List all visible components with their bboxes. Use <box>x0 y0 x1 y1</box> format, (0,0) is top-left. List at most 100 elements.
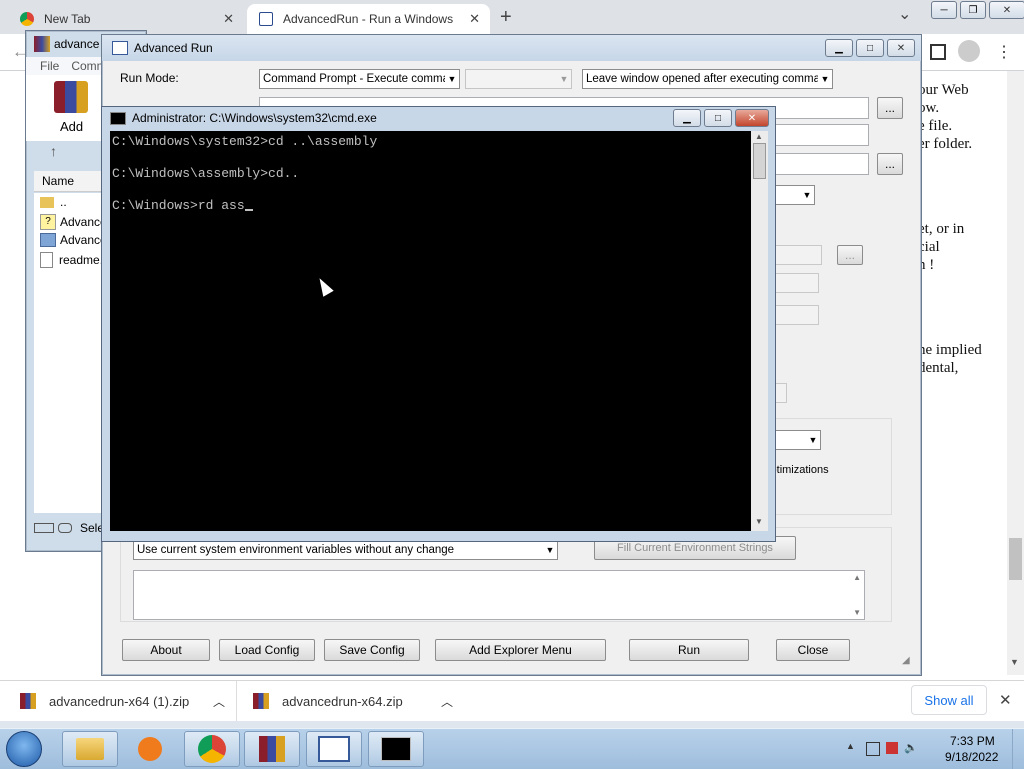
page-text: et, or in <box>918 221 965 237</box>
winrar-icon <box>259 736 285 762</box>
folder-icon <box>76 738 104 760</box>
maximize-icon[interactable]: □ <box>856 39 884 57</box>
chrome-icon <box>198 735 226 763</box>
save-config-button[interactable]: Save Config <box>324 639 420 661</box>
chrome-icon <box>20 12 34 26</box>
environment-textarea[interactable]: ▲ ▼ <box>133 570 865 620</box>
taskbar-media-player[interactable] <box>122 731 178 767</box>
minimize-icon[interactable]: ─ <box>931 1 957 19</box>
profile-avatar[interactable] <box>958 40 980 62</box>
load-config-button[interactable]: Load Config <box>219 639 315 661</box>
chevron-down-icon: ▼ <box>820 74 830 84</box>
taskbar-winrar[interactable] <box>244 731 300 767</box>
cmd-console[interactable]: C:\Windows\system32>cd ..\assembly C:\Wi… <box>110 131 751 531</box>
close-icon[interactable]: ✕ <box>469 11 480 27</box>
taskbar-advancedrun[interactable] <box>306 731 362 767</box>
run-mode-select[interactable]: Command Prompt - Execute command ▼ <box>259 69 460 89</box>
cmd-icon <box>110 111 126 125</box>
action-center-icon[interactable] <box>886 742 898 754</box>
nirsoft-icon <box>259 12 273 26</box>
chevron-up-icon[interactable]: ︿ <box>213 693 225 710</box>
show-desktop-button[interactable] <box>1012 729 1024 769</box>
tab-search-icon[interactable]: ⌄ <box>898 4 911 24</box>
window-title: Administrator: C:\Windows\system32\cmd.e… <box>132 111 377 125</box>
page-scroll-thumb[interactable] <box>1009 538 1022 580</box>
menu-file[interactable]: File <box>40 59 59 73</box>
taskbar-chrome[interactable] <box>184 731 240 767</box>
chevron-down-icon: ▼ <box>545 545 555 555</box>
browser-window-controls: ─ ❐ ✕ <box>928 1 1024 19</box>
browse-directory-button[interactable]: ... <box>877 153 903 175</box>
drive-icon <box>34 523 54 533</box>
tray-icons: 🔈 <box>866 742 918 756</box>
network-icon[interactable] <box>866 742 880 756</box>
close-icon[interactable]: ✕ <box>735 109 769 127</box>
console-line: C:\Windows\assembly>cd.. <box>112 166 300 181</box>
download-item[interactable]: advancedrun-x64 (1).zip ︿ <box>20 681 225 721</box>
add-archive-icon[interactable] <box>54 81 88 113</box>
up-arrow-icon[interactable]: ↑ <box>50 143 57 159</box>
window-option-select[interactable]: Leave window opened after executing comm… <box>582 69 833 89</box>
download-item[interactable]: advancedrun-x64.zip ︿ <box>253 681 453 721</box>
cmd-titlebar: Administrator: C:\Windows\system32\cmd.e… <box>102 107 775 129</box>
key-icon <box>58 523 72 533</box>
advancedrun-app-icon <box>112 41 128 55</box>
add-explorer-menu-button[interactable]: Add Explorer Menu <box>435 639 606 661</box>
show-hidden-icons[interactable]: ▲ <box>846 741 855 751</box>
volume-icon[interactable]: 🔈 <box>904 742 918 754</box>
clock-time[interactable]: 7:33 PM <box>950 734 995 748</box>
browser-tab-bar: New Tab ✕ AdvancedRun - Run a Windows ✕ … <box>0 0 1024 34</box>
list-item[interactable]: readme. <box>40 252 103 268</box>
chevron-down-icon: ▼ <box>559 74 569 84</box>
list-item[interactable]: ? Advance <box>40 214 107 230</box>
new-tab-button[interactable]: + <box>500 6 512 29</box>
chevron-up-icon[interactable]: ︿ <box>441 693 453 710</box>
environment-select[interactable]: Use current system environment variables… <box>133 540 558 560</box>
scroll-up-arrow[interactable]: ▲ <box>853 573 861 582</box>
start-button[interactable] <box>6 731 42 767</box>
sidebar-icon[interactable] <box>930 44 946 60</box>
show-all-button[interactable]: Show all <box>911 685 987 715</box>
scroll-down-arrow[interactable]: ▼ <box>853 608 861 617</box>
cmd-scroll-thumb[interactable] <box>753 143 766 179</box>
taskbar-cmd[interactable] <box>368 731 424 767</box>
mouse-pointer-icon <box>314 275 334 297</box>
tab-label: AdvancedRun - Run a Windows <box>283 12 454 26</box>
close-icon[interactable]: ✕ <box>223 11 234 27</box>
close-icon[interactable]: ✕ <box>989 1 1024 19</box>
scroll-down-arrow[interactable]: ▼ <box>1010 657 1019 667</box>
tab-advancedrun[interactable]: AdvancedRun - Run a Windows ✕ <box>247 4 490 34</box>
scroll-down-arrow[interactable]: ▼ <box>755 517 763 526</box>
page-scrollbar[interactable] <box>1007 71 1024 675</box>
maximize-icon[interactable]: ❐ <box>960 1 986 19</box>
list-item[interactable]: .. <box>40 195 67 209</box>
browse-program-button[interactable]: ... <box>877 97 903 119</box>
cmd-window: Administrator: C:\Windows\system32\cmd.e… <box>101 106 776 542</box>
scroll-up-arrow[interactable]: ▲ <box>755 132 763 141</box>
cmd-icon <box>381 737 411 761</box>
media-player-icon <box>138 737 162 761</box>
maximize-icon[interactable]: □ <box>704 109 732 127</box>
close-icon[interactable]: ✕ <box>887 39 915 57</box>
run-mode-label: Run Mode: <box>120 71 179 85</box>
list-item[interactable]: Advance <box>40 233 107 247</box>
clock-date[interactable]: 9/18/2022 <box>945 750 998 764</box>
cmd-scrollbar[interactable]: ▲ ▼ <box>751 131 768 531</box>
add-button-label[interactable]: Add <box>60 119 83 134</box>
run-button[interactable]: Run <box>629 639 749 661</box>
download-bar: advancedrun-x64 (1).zip ︿ advancedrun-x6… <box>0 680 1024 721</box>
winrar-statusbar: Sele <box>34 521 104 535</box>
advancedrun-icon <box>318 736 350 762</box>
page-text: er folder. <box>918 136 973 152</box>
taskbar-explorer[interactable] <box>62 731 118 767</box>
about-button[interactable]: About <box>122 639 210 661</box>
more-menu-icon[interactable]: ⋮ <box>996 42 1012 62</box>
minimize-icon[interactable]: ▁ <box>825 39 853 57</box>
close-button[interactable]: Close <box>776 639 850 661</box>
close-icon[interactable]: ✕ <box>999 691 1012 709</box>
tab-label: New Tab <box>44 12 91 26</box>
minimize-icon[interactable]: ▁ <box>673 109 701 127</box>
folder-icon <box>40 196 54 208</box>
application-icon <box>40 233 56 247</box>
resize-grip-icon[interactable]: ◢ <box>902 655 910 666</box>
